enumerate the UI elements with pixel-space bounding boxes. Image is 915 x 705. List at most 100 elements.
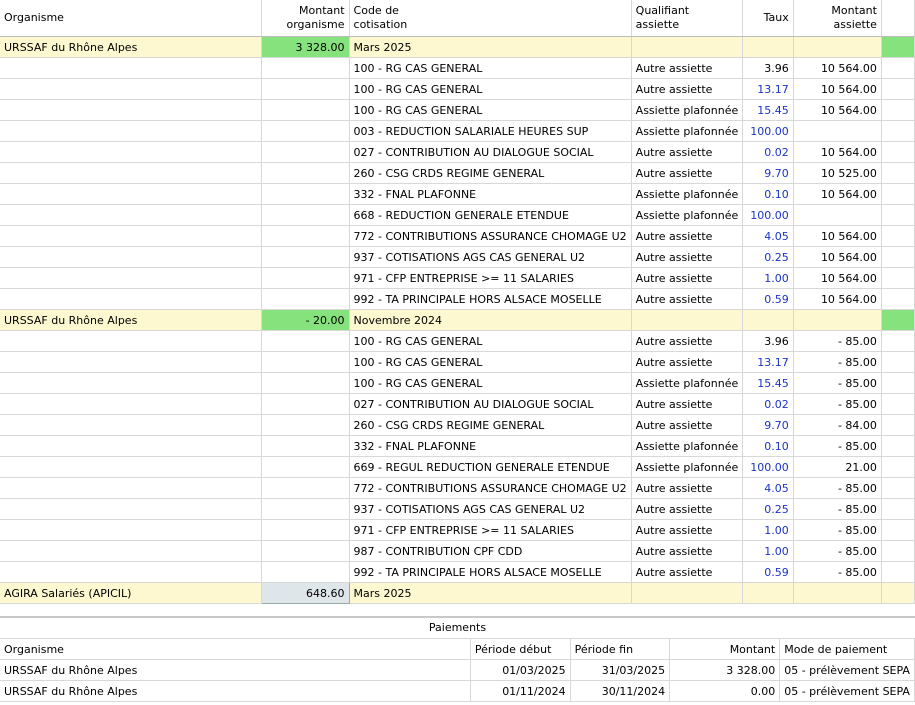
table-row[interactable]: 003 - REDUCTION SALARIALE HEURES SUP Assi… [0, 120, 915, 142]
group-montant[interactable]: 3 328.00 [261, 36, 350, 58]
table-row[interactable]: 971 - CFP ENTREPRISE >= 11 SALARIES Autre… [0, 519, 915, 541]
row-organisme-empty[interactable] [0, 372, 262, 394]
pay-col-debut[interactable]: Période début [470, 638, 571, 660]
row-organisme-empty[interactable] [0, 414, 262, 436]
col-header-taux[interactable]: Taux [742, 0, 794, 37]
col-header-extra[interactable] [881, 0, 915, 37]
row-montant-assiette[interactable]: - 84.00 [793, 414, 882, 436]
payment-organisme[interactable]: URSSAF du Rhône Alpes [0, 659, 471, 681]
table-row[interactable]: 971 - CFP ENTREPRISE >= 11 SALARIES Autre… [0, 267, 915, 289]
row-taux[interactable]: 3.96 [742, 330, 794, 352]
row-taux[interactable]: 1.00 [742, 540, 794, 562]
row-organisme-empty[interactable] [0, 78, 262, 100]
row-qualifiant[interactable]: Autre assiette [631, 351, 744, 373]
row-extra-cell[interactable] [881, 225, 915, 247]
group-periode[interactable]: Novembre 2024 [349, 309, 632, 331]
group-organisme[interactable]: AGIRA Salariés (APICIL) [0, 582, 262, 604]
row-qualifiant[interactable]: Autre assiette [631, 57, 744, 79]
group-qualifiant-empty[interactable] [631, 36, 744, 58]
row-organisme-empty[interactable] [0, 498, 262, 520]
row-extra-cell[interactable] [881, 393, 915, 415]
group-organisme[interactable]: URSSAF du Rhône Alpes [0, 36, 262, 58]
payment-fin[interactable]: 30/11/2024 [570, 680, 671, 702]
row-extra-cell[interactable] [881, 78, 915, 100]
row-organisme-empty[interactable] [0, 288, 262, 310]
row-taux[interactable]: 15.45 [742, 372, 794, 394]
row-montant-assiette[interactable] [793, 204, 882, 226]
row-organisme-empty[interactable] [0, 183, 262, 205]
group-assiette-empty[interactable] [793, 582, 882, 604]
row-qualifiant[interactable]: Assiette plafonnée [631, 120, 744, 142]
col-header-organisme[interactable]: Organisme [0, 0, 262, 37]
payment-fin[interactable]: 31/03/2025 [570, 659, 671, 681]
row-code-cotisation[interactable]: 260 - CSG CRDS REGIME GENERAL [349, 162, 632, 184]
row-montant-empty[interactable] [261, 57, 350, 79]
row-code-cotisation[interactable]: 260 - CSG CRDS REGIME GENERAL [349, 414, 632, 436]
group-periode[interactable]: Mars 2025 [349, 36, 632, 58]
row-taux[interactable]: 0.02 [742, 141, 794, 163]
table-row[interactable]: 332 - FNAL PLAFONNE Assiette plafonnée 0.1… [0, 183, 915, 205]
row-montant-assiette[interactable]: 10 564.00 [793, 246, 882, 268]
row-taux[interactable]: 3.96 [742, 57, 794, 79]
row-organisme-empty[interactable] [0, 246, 262, 268]
row-qualifiant[interactable]: Autre assiette [631, 78, 744, 100]
row-organisme-empty[interactable] [0, 456, 262, 478]
row-qualifiant[interactable]: Autre assiette [631, 498, 744, 520]
row-organisme-empty[interactable] [0, 267, 262, 289]
group-extra-cell[interactable] [881, 309, 915, 331]
row-montant-empty[interactable] [261, 246, 350, 268]
group-periode[interactable]: Mars 2025 [349, 582, 632, 604]
row-organisme-empty[interactable] [0, 561, 262, 583]
row-qualifiant[interactable]: Autre assiette [631, 246, 744, 268]
row-taux[interactable]: 0.10 [742, 435, 794, 457]
row-taux[interactable]: 0.59 [742, 288, 794, 310]
row-code-cotisation[interactable]: 971 - CFP ENTREPRISE >= 11 SALARIES [349, 267, 632, 289]
row-montant-empty[interactable] [261, 372, 350, 394]
col-header-montant-assiette[interactable]: Montant assiette [793, 0, 882, 37]
row-organisme-empty[interactable] [0, 540, 262, 562]
row-montant-assiette[interactable]: - 85.00 [793, 393, 882, 415]
table-row[interactable]: 992 - TA PRINCIPALE HORS ALSACE MOSELLE A… [0, 561, 915, 583]
table-row[interactable]: 260 - CSG CRDS REGIME GENERAL Autre assie… [0, 162, 915, 184]
row-montant-empty[interactable] [261, 78, 350, 100]
row-qualifiant[interactable]: Autre assiette [631, 540, 744, 562]
row-extra-cell[interactable] [881, 561, 915, 583]
row-code-cotisation[interactable]: 987 - CONTRIBUTION CPF CDD [349, 540, 632, 562]
row-taux[interactable]: 100.00 [742, 204, 794, 226]
row-montant-empty[interactable] [261, 519, 350, 541]
row-montant-assiette[interactable]: 10 564.00 [793, 225, 882, 247]
row-extra-cell[interactable] [881, 435, 915, 457]
row-code-cotisation[interactable]: 332 - FNAL PLAFONNE [349, 435, 632, 457]
row-montant-assiette[interactable]: 10 564.00 [793, 57, 882, 79]
row-qualifiant[interactable]: Autre assiette [631, 267, 744, 289]
row-taux[interactable]: 9.70 [742, 162, 794, 184]
row-qualifiant[interactable]: Assiette plafonnée [631, 204, 744, 226]
row-code-cotisation[interactable]: 100 - RG CAS GENERAL [349, 351, 632, 373]
row-code-cotisation[interactable]: 027 - CONTRIBUTION AU DIALOGUE SOCIAL [349, 393, 632, 415]
row-code-cotisation[interactable]: 937 - COTISATIONS AGS CAS GENERAL U2 [349, 246, 632, 268]
row-qualifiant[interactable]: Autre assiette [631, 162, 744, 184]
table-row[interactable]: 668 - REDUCTION GENERALE ETENDUE Assiette… [0, 204, 915, 226]
row-extra-cell[interactable] [881, 246, 915, 268]
table-row[interactable]: 772 - CONTRIBUTIONS ASSURANCE CHOMAGE U2… [0, 225, 915, 247]
row-code-cotisation[interactable]: 100 - RG CAS GENERAL [349, 78, 632, 100]
group-row[interactable]: URSSAF du Rhône Alpes 3 328.00 Mars 2025 [0, 36, 915, 58]
row-qualifiant[interactable]: Autre assiette [631, 519, 744, 541]
row-organisme-empty[interactable] [0, 57, 262, 79]
row-qualifiant[interactable]: Autre assiette [631, 477, 744, 499]
table-row[interactable]: 992 - TA PRINCIPALE HORS ALSACE MOSELLE A… [0, 288, 915, 310]
pay-col-montant[interactable]: Montant [669, 638, 781, 660]
row-montant-empty[interactable] [261, 456, 350, 478]
table-row[interactable]: 987 - CONTRIBUTION CPF CDD Autre assiette… [0, 540, 915, 562]
row-organisme-empty[interactable] [0, 435, 262, 457]
group-taux-empty[interactable] [742, 582, 794, 604]
row-qualifiant[interactable]: Assiette plafonnée [631, 456, 744, 478]
row-organisme-empty[interactable] [0, 225, 262, 247]
row-montant-assiette[interactable]: - 85.00 [793, 561, 882, 583]
pay-col-mode[interactable]: Mode de paiement [779, 638, 915, 660]
row-organisme-empty[interactable] [0, 141, 262, 163]
row-extra-cell[interactable] [881, 162, 915, 184]
row-extra-cell[interactable] [881, 519, 915, 541]
group-taux-empty[interactable] [742, 36, 794, 58]
row-taux[interactable]: 15.45 [742, 99, 794, 121]
